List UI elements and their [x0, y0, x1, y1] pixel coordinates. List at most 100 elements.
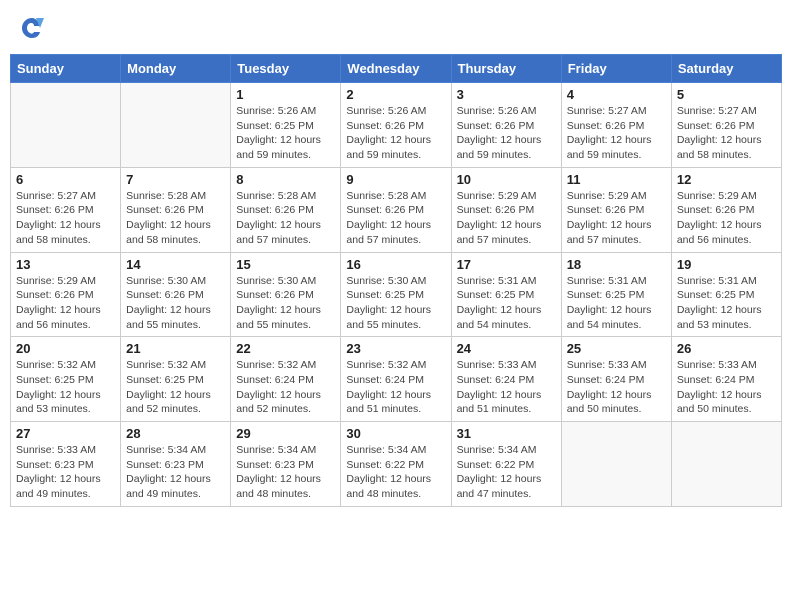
calendar-day-cell: 28Sunrise: 5:34 AM Sunset: 6:23 PM Dayli… [121, 422, 231, 507]
day-number: 2 [346, 87, 445, 102]
day-number: 11 [567, 172, 666, 187]
calendar-day-cell: 11 Sunrise: 5:29 AM Sunset: 6:26 PM Dayli… [561, 167, 671, 252]
calendar-day-cell: 14 Sunrise: 5:30 AM Sunset: 6:26 PM Dayli… [121, 252, 231, 337]
calendar-day-cell: 21 Sunrise: 5:32 AM Sunset: 6:25 PM Dayli… [121, 337, 231, 422]
day-of-week-header: Wednesday [341, 55, 451, 83]
calendar-day-cell: 24Sunrise: 5:33 AM Sunset: 6:24 PM Dayli… [451, 337, 561, 422]
day-number: 5 [677, 87, 776, 102]
day-number: 7 [126, 172, 225, 187]
calendar-day-cell [561, 422, 671, 507]
day-info: Sunrise: 5:30 AM Sunset: 6:26 PM Dayligh… [236, 274, 335, 333]
day-info: Sunrise: 5:27 AM Sunset: 6:26 PM Dayligh… [567, 104, 666, 163]
calendar-day-cell: 8 Sunrise: 5:28 AM Sunset: 6:26 PM Daylig… [231, 167, 341, 252]
day-number: 10 [457, 172, 556, 187]
day-number: 19 [677, 257, 776, 272]
day-info: Sunrise: 5:31 AM Sunset: 6:25 PM Dayligh… [457, 274, 556, 333]
calendar-day-cell [671, 422, 781, 507]
day-of-week-header: Saturday [671, 55, 781, 83]
calendar-day-cell: 4 Sunrise: 5:27 AM Sunset: 6:26 PM Daylig… [561, 83, 671, 168]
day-info: Sunrise: 5:30 AM Sunset: 6:25 PM Dayligh… [346, 274, 445, 333]
calendar-day-cell: 31Sunrise: 5:34 AM Sunset: 6:22 PM Dayli… [451, 422, 561, 507]
day-info: Sunrise: 5:29 AM Sunset: 6:26 PM Dayligh… [457, 189, 556, 248]
calendar-day-cell: 20Sunrise: 5:32 AM Sunset: 6:25 PM Dayli… [11, 337, 121, 422]
day-info: Sunrise: 5:32 AM Sunset: 6:24 PM Dayligh… [236, 358, 335, 417]
day-info: Sunrise: 5:33 AM Sunset: 6:23 PM Dayligh… [16, 443, 115, 502]
calendar-day-cell: 30 Sunrise: 5:34 AM Sunset: 6:22 PM Dayli… [341, 422, 451, 507]
day-number: 27 [16, 426, 115, 441]
day-info: Sunrise: 5:28 AM Sunset: 6:26 PM Dayligh… [126, 189, 225, 248]
calendar-day-cell: 12Sunrise: 5:29 AM Sunset: 6:26 PM Dayli… [671, 167, 781, 252]
day-number: 3 [457, 87, 556, 102]
logo [18, 14, 48, 42]
day-info: Sunrise: 5:34 AM Sunset: 6:22 PM Dayligh… [346, 443, 445, 502]
day-of-week-header: Sunday [11, 55, 121, 83]
calendar-day-cell: 15 Sunrise: 5:30 AM Sunset: 6:26 PM Dayli… [231, 252, 341, 337]
calendar-day-cell: 7 Sunrise: 5:28 AM Sunset: 6:26 PM Daylig… [121, 167, 231, 252]
calendar-day-cell: 29 Sunrise: 5:34 AM Sunset: 6:23 PM Dayli… [231, 422, 341, 507]
day-number: 22 [236, 341, 335, 356]
calendar-day-cell: 19 Sunrise: 5:31 AM Sunset: 6:25 PM Dayli… [671, 252, 781, 337]
calendar-day-cell: 13Sunrise: 5:29 AM Sunset: 6:26 PM Dayli… [11, 252, 121, 337]
calendar-week-row: 20 Sunrise: 5:32 AM Sunset: 6:25 PM Dayli… [11, 337, 782, 422]
calendar-day-cell: 9 Sunrise: 5:28 AM Sunset: 6:26 PM Daylig… [341, 167, 451, 252]
day-number: 9 [346, 172, 445, 187]
day-number: 8 [236, 172, 335, 187]
day-number: 16 [346, 257, 445, 272]
calendar-day-cell: 10 Sunrise: 5:29 AM Sunset: 6:26 PM Dayli… [451, 167, 561, 252]
calendar-table: SundayMondayTuesdayWednesdayThursdayFrid… [10, 54, 782, 507]
day-info: Sunrise: 5:31 AM Sunset: 6:25 PM Dayligh… [567, 274, 666, 333]
day-info: Sunrise: 5:32 AM Sunset: 6:24 PM Dayligh… [346, 358, 445, 417]
day-info: Sunrise: 5:29 AM Sunset: 6:26 PM Dayligh… [567, 189, 666, 248]
day-number: 12 [677, 172, 776, 187]
calendar-day-cell [11, 83, 121, 168]
day-number: 29 [236, 426, 335, 441]
day-info: Sunrise: 5:28 AM Sunset: 6:26 PM Dayligh… [346, 189, 445, 248]
day-number: 20 [16, 341, 115, 356]
day-number: 30 [346, 426, 445, 441]
calendar-day-cell: 1 Sunrise: 5:26 AM Sunset: 6:25 PM Daylig… [231, 83, 341, 168]
day-info: Sunrise: 5:26 AM Sunset: 6:25 PM Dayligh… [236, 104, 335, 163]
day-of-week-header: Thursday [451, 55, 561, 83]
calendar-day-cell: 18Sunrise: 5:31 AM Sunset: 6:25 PM Dayli… [561, 252, 671, 337]
calendar-day-cell: 27 Sunrise: 5:33 AM Sunset: 6:23 PM Dayli… [11, 422, 121, 507]
day-number: 31 [457, 426, 556, 441]
calendar-week-row: 27 Sunrise: 5:33 AM Sunset: 6:23 PM Dayli… [11, 422, 782, 507]
day-number: 26 [677, 341, 776, 356]
day-number: 14 [126, 257, 225, 272]
calendar-week-row: 13Sunrise: 5:29 AM Sunset: 6:26 PM Dayli… [11, 252, 782, 337]
day-number: 4 [567, 87, 666, 102]
day-of-week-header: Monday [121, 55, 231, 83]
day-number: 1 [236, 87, 335, 102]
day-number: 15 [236, 257, 335, 272]
day-info: Sunrise: 5:27 AM Sunset: 6:26 PM Dayligh… [677, 104, 776, 163]
calendar-day-cell: 16 Sunrise: 5:30 AM Sunset: 6:25 PM Dayli… [341, 252, 451, 337]
calendar-week-row: 6Sunrise: 5:27 AM Sunset: 6:26 PM Daylig… [11, 167, 782, 252]
day-info: Sunrise: 5:28 AM Sunset: 6:26 PM Dayligh… [236, 189, 335, 248]
page-header [10, 10, 782, 46]
day-info: Sunrise: 5:31 AM Sunset: 6:25 PM Dayligh… [677, 274, 776, 333]
day-number: 24 [457, 341, 556, 356]
day-info: Sunrise: 5:32 AM Sunset: 6:25 PM Dayligh… [126, 358, 225, 417]
day-number: 17 [457, 257, 556, 272]
day-info: Sunrise: 5:26 AM Sunset: 6:26 PM Dayligh… [346, 104, 445, 163]
day-info: Sunrise: 5:30 AM Sunset: 6:26 PM Dayligh… [126, 274, 225, 333]
logo-icon [18, 14, 46, 42]
calendar-day-cell: 17 Sunrise: 5:31 AM Sunset: 6:25 PM Dayli… [451, 252, 561, 337]
calendar-day-cell: 22 Sunrise: 5:32 AM Sunset: 6:24 PM Dayli… [231, 337, 341, 422]
day-info: Sunrise: 5:29 AM Sunset: 6:26 PM Dayligh… [16, 274, 115, 333]
day-info: Sunrise: 5:34 AM Sunset: 6:23 PM Dayligh… [126, 443, 225, 502]
day-of-week-header: Tuesday [231, 55, 341, 83]
calendar-day-cell: 6Sunrise: 5:27 AM Sunset: 6:26 PM Daylig… [11, 167, 121, 252]
day-info: Sunrise: 5:27 AM Sunset: 6:26 PM Dayligh… [16, 189, 115, 248]
calendar-day-cell: 2 Sunrise: 5:26 AM Sunset: 6:26 PM Daylig… [341, 83, 451, 168]
calendar-day-cell: 25 Sunrise: 5:33 AM Sunset: 6:24 PM Dayli… [561, 337, 671, 422]
calendar-day-cell: 5 Sunrise: 5:27 AM Sunset: 6:26 PM Daylig… [671, 83, 781, 168]
day-number: 23 [346, 341, 445, 356]
calendar-day-cell: 3 Sunrise: 5:26 AM Sunset: 6:26 PM Daylig… [451, 83, 561, 168]
calendar-week-row: 1 Sunrise: 5:26 AM Sunset: 6:25 PM Daylig… [11, 83, 782, 168]
day-info: Sunrise: 5:33 AM Sunset: 6:24 PM Dayligh… [567, 358, 666, 417]
day-number: 25 [567, 341, 666, 356]
day-info: Sunrise: 5:26 AM Sunset: 6:26 PM Dayligh… [457, 104, 556, 163]
day-number: 21 [126, 341, 225, 356]
day-info: Sunrise: 5:34 AM Sunset: 6:23 PM Dayligh… [236, 443, 335, 502]
